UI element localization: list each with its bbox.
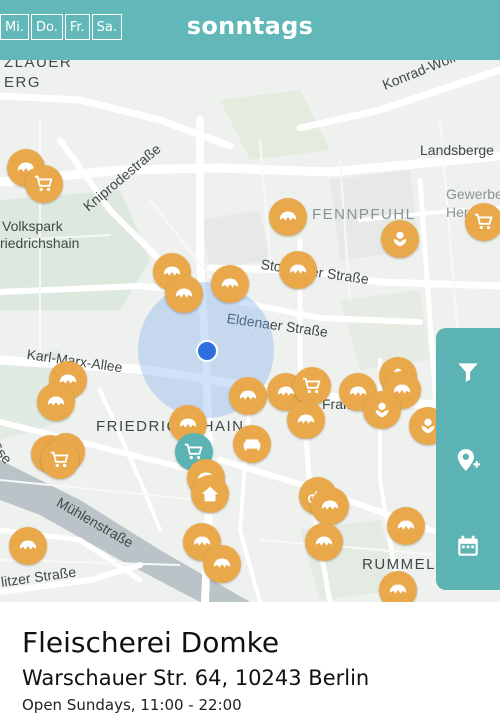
- flower-icon: [393, 231, 407, 247]
- croissant-marker[interactable]: [305, 523, 343, 561]
- croissant-marker[interactable]: [269, 198, 307, 236]
- croissant-icon: [47, 396, 65, 406]
- croissant-icon: [289, 264, 307, 274]
- app-title: sonntags: [186, 12, 314, 40]
- map-label-district: ZLAUER: [4, 60, 73, 71]
- current-location-icon[interactable]: [196, 340, 218, 362]
- flower-icon: [375, 402, 389, 418]
- add-location-icon: [457, 449, 480, 471]
- croissant-marker[interactable]: [9, 527, 47, 565]
- croissant-icon: [315, 536, 333, 546]
- cart-icon: [474, 213, 493, 230]
- flower-marker[interactable]: [381, 220, 419, 258]
- croissant-marker[interactable]: [229, 377, 267, 415]
- croissant-icon: [397, 520, 415, 530]
- cart-marker[interactable]: [25, 165, 63, 203]
- croissant-marker[interactable]: [37, 383, 75, 421]
- map-label-street: Landsberge: [420, 142, 494, 158]
- cart-icon: [302, 377, 321, 394]
- sofa-icon: [243, 439, 261, 451]
- croissant-icon: [297, 414, 315, 424]
- croissant-marker[interactable]: [311, 487, 349, 525]
- cart-marker[interactable]: [41, 441, 79, 479]
- croissant-icon: [389, 584, 407, 594]
- place-detail-card[interactable]: Fleischerei Domke Warschauer Str. 64, 10…: [0, 602, 500, 716]
- sofa-marker[interactable]: [233, 425, 271, 463]
- calendar-icon: [458, 535, 478, 556]
- croissant-icon: [179, 418, 197, 428]
- croissant-icon: [321, 500, 339, 510]
- cart-marker[interactable]: [465, 203, 500, 241]
- map-label-park: Volkspark: [2, 218, 63, 234]
- croissant-icon: [239, 390, 257, 400]
- house-marker[interactable]: [191, 475, 229, 513]
- croissant-icon: [221, 278, 239, 288]
- croissant-marker[interactable]: [165, 275, 203, 313]
- flower-marker[interactable]: [363, 391, 401, 429]
- cart-icon: [50, 451, 69, 468]
- croissant-marker[interactable]: [211, 265, 249, 303]
- map-tools-panel: [436, 328, 500, 590]
- croissant-marker[interactable]: [387, 507, 425, 545]
- house-icon: [201, 486, 219, 502]
- place-opening-hours: Open Sundays, 11:00 - 22:00: [22, 696, 242, 714]
- app-header: Mi. Do. Fr. Sa. sonntags: [0, 0, 500, 60]
- croissant-icon: [279, 211, 297, 221]
- cart-marker[interactable]: [293, 367, 331, 405]
- map-label-district: ERG: [4, 74, 42, 91]
- croissant-icon: [213, 558, 231, 568]
- filter-button[interactable]: [436, 342, 500, 402]
- map-label-park: riedrichshain: [0, 235, 80, 251]
- croissant-marker[interactable]: [379, 571, 417, 602]
- croissant-marker[interactable]: [287, 401, 325, 439]
- croissant-icon: [175, 288, 193, 298]
- map-label-area: Gewerbe: [446, 186, 500, 202]
- place-name: Fleischerei Domke: [22, 626, 280, 659]
- add-location-button[interactable]: [436, 430, 500, 490]
- map-view[interactable]: ZLAUER ERG Konrad-Wolf-S Landsberge Knip…: [0, 60, 500, 602]
- croissant-marker[interactable]: [203, 545, 241, 583]
- cart-icon: [34, 175, 53, 192]
- filter-icon: [458, 363, 478, 382]
- croissant-icon: [19, 540, 37, 550]
- croissant-marker[interactable]: [279, 251, 317, 289]
- place-address: Warschauer Str. 64, 10243 Berlin: [22, 666, 370, 690]
- calendar-button[interactable]: [436, 516, 500, 576]
